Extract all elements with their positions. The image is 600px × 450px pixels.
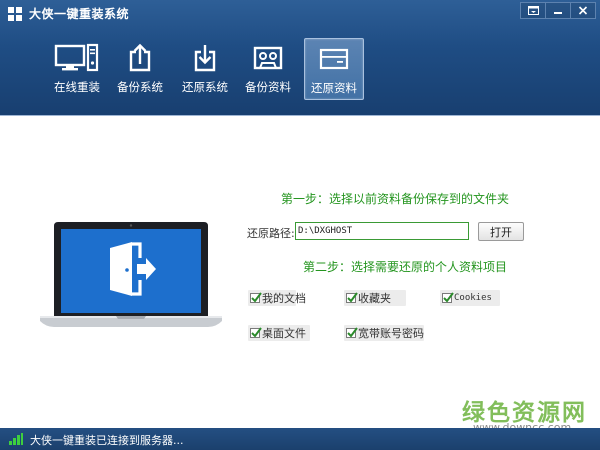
tab-label: 在线重装 xyxy=(54,80,100,94)
tab-restore-data[interactable]: 还原资料 xyxy=(304,38,364,100)
tab-restore-system[interactable]: 还原系统 xyxy=(176,38,234,98)
restore-path-input[interactable] xyxy=(295,222,469,240)
step1-instruction: 第一步：选择以前资料备份保存到的文件夹 xyxy=(280,192,509,206)
checkbox[interactable] xyxy=(346,292,358,303)
checkmark-icon xyxy=(443,292,454,303)
header: 大侠一键重装系统 在线重装 备份系统 还原系统 备份资料 还原资料 xyxy=(0,0,600,116)
status-text: 大侠一键重装已连接到服务器... xyxy=(30,434,184,447)
status-bar: 大侠一键重装已连接到服务器... xyxy=(0,428,600,450)
checkbox[interactable] xyxy=(250,327,262,338)
app-logo-icon xyxy=(8,7,22,21)
monitor-pc-icon xyxy=(54,43,99,72)
signal-bars-icon xyxy=(9,433,23,445)
app-window: 大侠一键重装系统 在线重装 备份系统 还原系统 备份资料 还原资料 第一步：选择… xyxy=(0,0,600,450)
tab-label: 还原资料 xyxy=(311,81,357,95)
laptop-door-exit-icon xyxy=(40,222,222,327)
checkmark-icon xyxy=(347,327,358,338)
option-label: 宽带账号密码 xyxy=(358,327,424,340)
menu-icon xyxy=(527,6,539,15)
tab-online-reinstall[interactable]: 在线重装 xyxy=(48,38,106,98)
window-title: 大侠一键重装系统 xyxy=(29,7,130,21)
option-my-documents[interactable]: 我的文档 xyxy=(248,290,306,306)
checkbox[interactable] xyxy=(442,292,454,303)
tab-label: 备份系统 xyxy=(117,80,163,94)
window-card-icon xyxy=(319,48,349,70)
tab-backup-system[interactable]: 备份系统 xyxy=(111,38,169,98)
tab-label: 备份资料 xyxy=(245,80,291,94)
checkmark-icon xyxy=(251,327,262,338)
option-label: Cookies xyxy=(454,293,492,303)
option-label: 我的文档 xyxy=(262,292,306,305)
option-desktop-files[interactable]: 桌面文件 xyxy=(248,325,310,341)
option-label: 收藏夹 xyxy=(358,292,391,305)
close-button[interactable] xyxy=(570,3,595,18)
cassette-tape-icon xyxy=(253,46,283,70)
minimize-icon xyxy=(554,12,562,14)
step2-instruction: 第二步：选择需要还原的个人资料项目 xyxy=(302,260,507,274)
checkmark-icon xyxy=(347,292,358,303)
restore-path-label: 还原路径: xyxy=(247,227,295,240)
checkbox[interactable] xyxy=(250,292,262,303)
menu-button[interactable] xyxy=(521,3,545,18)
close-icon xyxy=(578,6,588,15)
option-favorites[interactable]: 收藏夹 xyxy=(344,290,406,306)
option-cookies[interactable]: Cookies xyxy=(440,290,500,306)
minimize-button[interactable] xyxy=(545,3,570,18)
checkbox[interactable] xyxy=(346,327,358,338)
option-label: 桌面文件 xyxy=(262,327,306,340)
tab-label: 还原系统 xyxy=(182,80,228,94)
tab-backup-data[interactable]: 备份资料 xyxy=(239,38,297,98)
option-broadband-password[interactable]: 宽带账号密码 xyxy=(344,325,424,341)
upload-tray-icon xyxy=(129,43,151,72)
window-controls xyxy=(520,2,596,19)
download-tray-icon xyxy=(194,45,216,72)
checkmark-icon xyxy=(251,292,262,303)
open-button[interactable]: 打开 xyxy=(478,222,524,241)
